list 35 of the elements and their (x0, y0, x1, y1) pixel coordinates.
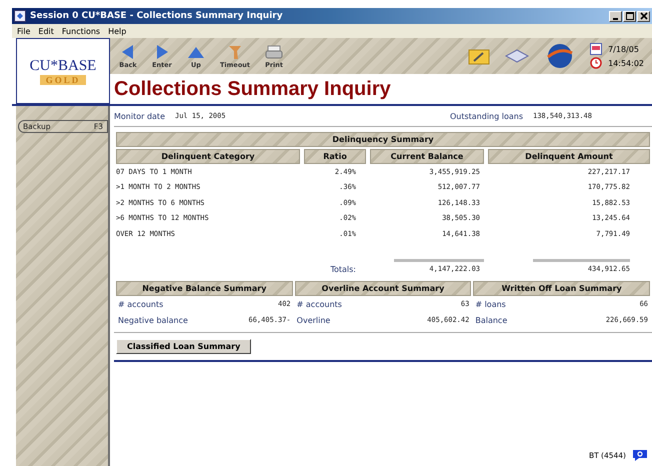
menu-item[interactable]: File (17, 26, 30, 36)
close-button[interactable] (637, 10, 650, 22)
maximize-button[interactable] (623, 10, 636, 22)
close-icon (640, 12, 648, 20)
section-header: Written Off Loan Summary (473, 281, 650, 296)
clock-icon (590, 57, 602, 69)
column-header: Delinquent Amount (488, 149, 650, 164)
classified-loan-summary-button[interactable]: Classified Loan Summary (116, 339, 252, 354)
field-label: Negative balance (118, 316, 188, 324)
field-label: # loans (475, 300, 506, 308)
field-label: Outstanding loans (450, 112, 523, 120)
section-header: Negative Balance Summary (116, 281, 293, 296)
field-label: Monitor date (114, 112, 165, 120)
minimize-button[interactable] (609, 10, 622, 22)
section-header: Overline Account Summary (294, 281, 472, 296)
totals-label: Totals: (329, 264, 357, 274)
menu-item[interactable]: Functions (62, 26, 100, 36)
time-text: 14:54:02 (608, 58, 644, 68)
field-label: # accounts (118, 300, 164, 308)
field-label: # accounts (296, 300, 342, 308)
column-header: Current Balance (370, 149, 484, 164)
column-header: Delinquent Category (116, 149, 300, 164)
menu-item[interactable]: Edit (38, 26, 54, 36)
window-title: Session 0 CU*BASE - Collections Summary Inquiry (30, 11, 283, 21)
section-header: Delinquency Summary (116, 132, 650, 147)
date-text: 7/18/05 (608, 44, 639, 54)
calendar-icon (590, 43, 602, 55)
app-icon (14, 10, 26, 22)
field-label: Balance (475, 316, 508, 324)
field-label: Overline (296, 316, 330, 324)
maximize-icon (626, 12, 634, 20)
printer-icon (264, 43, 284, 61)
column-header: Ratio (304, 149, 366, 164)
menu-item[interactable]: Help (108, 26, 126, 36)
logo: CU*BASE GOLD (16, 38, 110, 104)
